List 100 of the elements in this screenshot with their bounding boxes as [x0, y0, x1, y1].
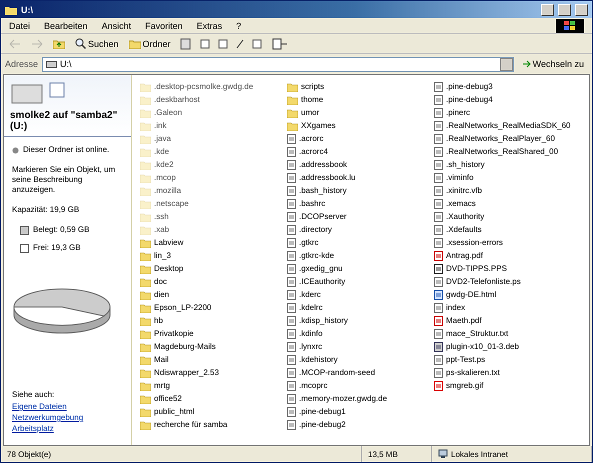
file-item[interactable]: .kdelrc	[287, 301, 434, 314]
file-item[interactable]: .ink	[140, 119, 287, 132]
file-item[interactable]: Antrag.pdf	[434, 249, 581, 262]
file-item[interactable]: .memory-mozer.gwdg.de	[287, 392, 434, 405]
file-item[interactable]: ppt-Test.ps	[434, 353, 581, 366]
drive-title: smolke2 auf "samba2" (U:)	[10, 110, 118, 132]
menu-item[interactable]: Extras	[196, 20, 222, 30]
free-space-text: Frei: 19,3 GB	[33, 243, 81, 253]
file-item[interactable]: mace_Struktur.txt	[434, 327, 581, 340]
file-item[interactable]: .acrorc	[287, 132, 434, 145]
file-item[interactable]: .RealNetworks_RealPlayer_60	[434, 132, 581, 145]
menu-item[interactable]: Ansicht	[102, 20, 132, 30]
file-item[interactable]: office52	[140, 392, 287, 405]
file-item[interactable]: .directory	[287, 223, 434, 236]
file-item[interactable]: .mcoprc	[287, 379, 434, 392]
file-item[interactable]: .Xdefaults	[434, 223, 581, 236]
file-item[interactable]: .ssh	[140, 210, 287, 223]
file-item[interactable]: public_html	[140, 405, 287, 418]
file-item[interactable]: .viminfo	[434, 171, 581, 184]
file-item[interactable]: index	[434, 301, 581, 314]
file-item[interactable]: .kdinfo	[287, 327, 434, 340]
file-item[interactable]: .DCOPserver	[287, 210, 434, 223]
file-item[interactable]: umor	[287, 106, 434, 119]
file-item[interactable]: .kde2	[140, 158, 287, 171]
file-item[interactable]: .RealNetworks_RealShared_00	[434, 145, 581, 158]
file-item[interactable]: .pinerc	[434, 106, 581, 119]
file-item[interactable]: .netscape	[140, 197, 287, 210]
file-item[interactable]: DVD2-Telefonliste.ps	[434, 275, 581, 288]
file-item[interactable]: .RealNetworks_RealMediaSDK_60	[434, 119, 581, 132]
search-button[interactable]: Suchen	[73, 38, 121, 49]
menu-item[interactable]: ?	[236, 20, 242, 30]
file-item[interactable]: .pine-debug2	[287, 418, 434, 431]
file-item[interactable]: .mozilla	[140, 184, 287, 197]
file-item[interactable]: .acrorc4	[287, 145, 434, 158]
file-item[interactable]: .xsession-errors	[434, 236, 581, 249]
zone-indicator: Lokales Intranet	[432, 446, 592, 462]
used-space-text: Belegt: 0,59 GB	[33, 225, 90, 235]
file-item[interactable]: hb	[140, 314, 287, 327]
file-item[interactable]: .addressbook	[287, 158, 434, 171]
file-item[interactable]: Desktop	[140, 262, 287, 275]
file-item[interactable]: lin_3	[140, 249, 287, 262]
go-button[interactable]: Wechseln zu	[518, 59, 588, 69]
file-item[interactable]: Epson_LP-2200	[140, 301, 287, 314]
menu-item[interactable]: Favoriten	[145, 20, 183, 30]
file-item[interactable]: .Galeon	[140, 106, 287, 119]
file-item[interactable]: .gtkrc-kde	[287, 249, 434, 262]
selection-hint: Markieren Sie ein Objekt, um seine Beschreibung anzuzeigen.	[12, 165, 116, 195]
address-value: U:\	[60, 59, 72, 69]
file-item[interactable]: .pine-debug4	[434, 93, 581, 106]
file-item[interactable]: .ICEauthority	[287, 275, 434, 288]
file-item[interactable]: .kde	[140, 145, 287, 158]
file-item[interactable]: XXgames	[287, 119, 434, 132]
file-item[interactable]: .kdehistory	[287, 353, 434, 366]
folders-button[interactable]: Ordner	[126, 38, 173, 49]
file-item[interactable]: .lynxrc	[287, 340, 434, 353]
file-item[interactable]: .addressbook.lu	[287, 171, 434, 184]
file-item[interactable]: .bashrc	[287, 197, 434, 210]
file-item[interactable]: gwdg-DE.html	[434, 288, 581, 301]
file-item[interactable]: Ndiswrapper_2.53	[140, 366, 287, 379]
file-item[interactable]: ps-skalieren.txt	[434, 366, 581, 379]
file-item[interactable]: DVD-TIPPS.PPS	[434, 262, 581, 275]
file-item[interactable]: Privatkopie	[140, 327, 287, 340]
file-item[interactable]: .xinitrc.vfb	[434, 184, 581, 197]
file-item[interactable]: .bash_history	[287, 184, 434, 197]
file-item[interactable]: scripts	[287, 80, 434, 93]
menu-item[interactable]: Bearbeiten	[44, 20, 88, 30]
file-item[interactable]: recherche für samba	[140, 418, 287, 431]
file-item[interactable]: plugin-x10_01-3.deb	[434, 340, 581, 353]
total-size: 13,5 MB	[362, 446, 432, 462]
file-item[interactable]: Mail	[140, 353, 287, 366]
see-also-link[interactable]: Netzwerkumgebung	[12, 413, 123, 422]
file-item[interactable]: .xab	[140, 223, 287, 236]
file-item[interactable]: .xemacs	[434, 197, 581, 210]
file-item[interactable]: .kdisp_history	[287, 314, 434, 327]
file-item[interactable]: .sh_history	[434, 158, 581, 171]
file-item[interactable]: .gtkrc	[287, 236, 434, 249]
file-item[interactable]: Labview	[140, 236, 287, 249]
file-item[interactable]: mrtg	[140, 379, 287, 392]
file-item[interactable]: .kderc	[287, 288, 434, 301]
file-item[interactable]: .deskbarhost	[140, 93, 287, 106]
file-item[interactable]: smgreb.gif	[434, 379, 581, 392]
file-item[interactable]: .mcop	[140, 171, 287, 184]
file-item[interactable]: dien	[140, 288, 287, 301]
file-item[interactable]: .pine-debug3	[434, 80, 581, 93]
address-label: Adresse	[5, 59, 38, 69]
file-item[interactable]: .java	[140, 132, 287, 145]
see-also-link[interactable]: Eigene Dateien	[12, 402, 123, 411]
file-item[interactable]: doc	[140, 275, 287, 288]
file-item[interactable]: .gxedig_gnu	[287, 262, 434, 275]
menu-item[interactable]: Datei	[9, 20, 30, 30]
file-item[interactable]: Maeth.pdf	[434, 314, 581, 327]
file-item[interactable]: .desktop-pcsmolke.gwdg.de	[140, 80, 287, 93]
file-item[interactable]: thome	[287, 93, 434, 106]
file-item[interactable]: .pine-debug1	[287, 405, 434, 418]
see-also-link[interactable]: Arbeitsplatz	[12, 424, 123, 433]
file-item[interactable]: Magdeburg-Mails	[140, 340, 287, 353]
address-field[interactable]: U:\	[42, 56, 514, 72]
file-item[interactable]: .MCOP-random-seed	[287, 366, 434, 379]
window-title: U:\	[21, 4, 34, 14]
file-item[interactable]: .Xauthority	[434, 210, 581, 223]
